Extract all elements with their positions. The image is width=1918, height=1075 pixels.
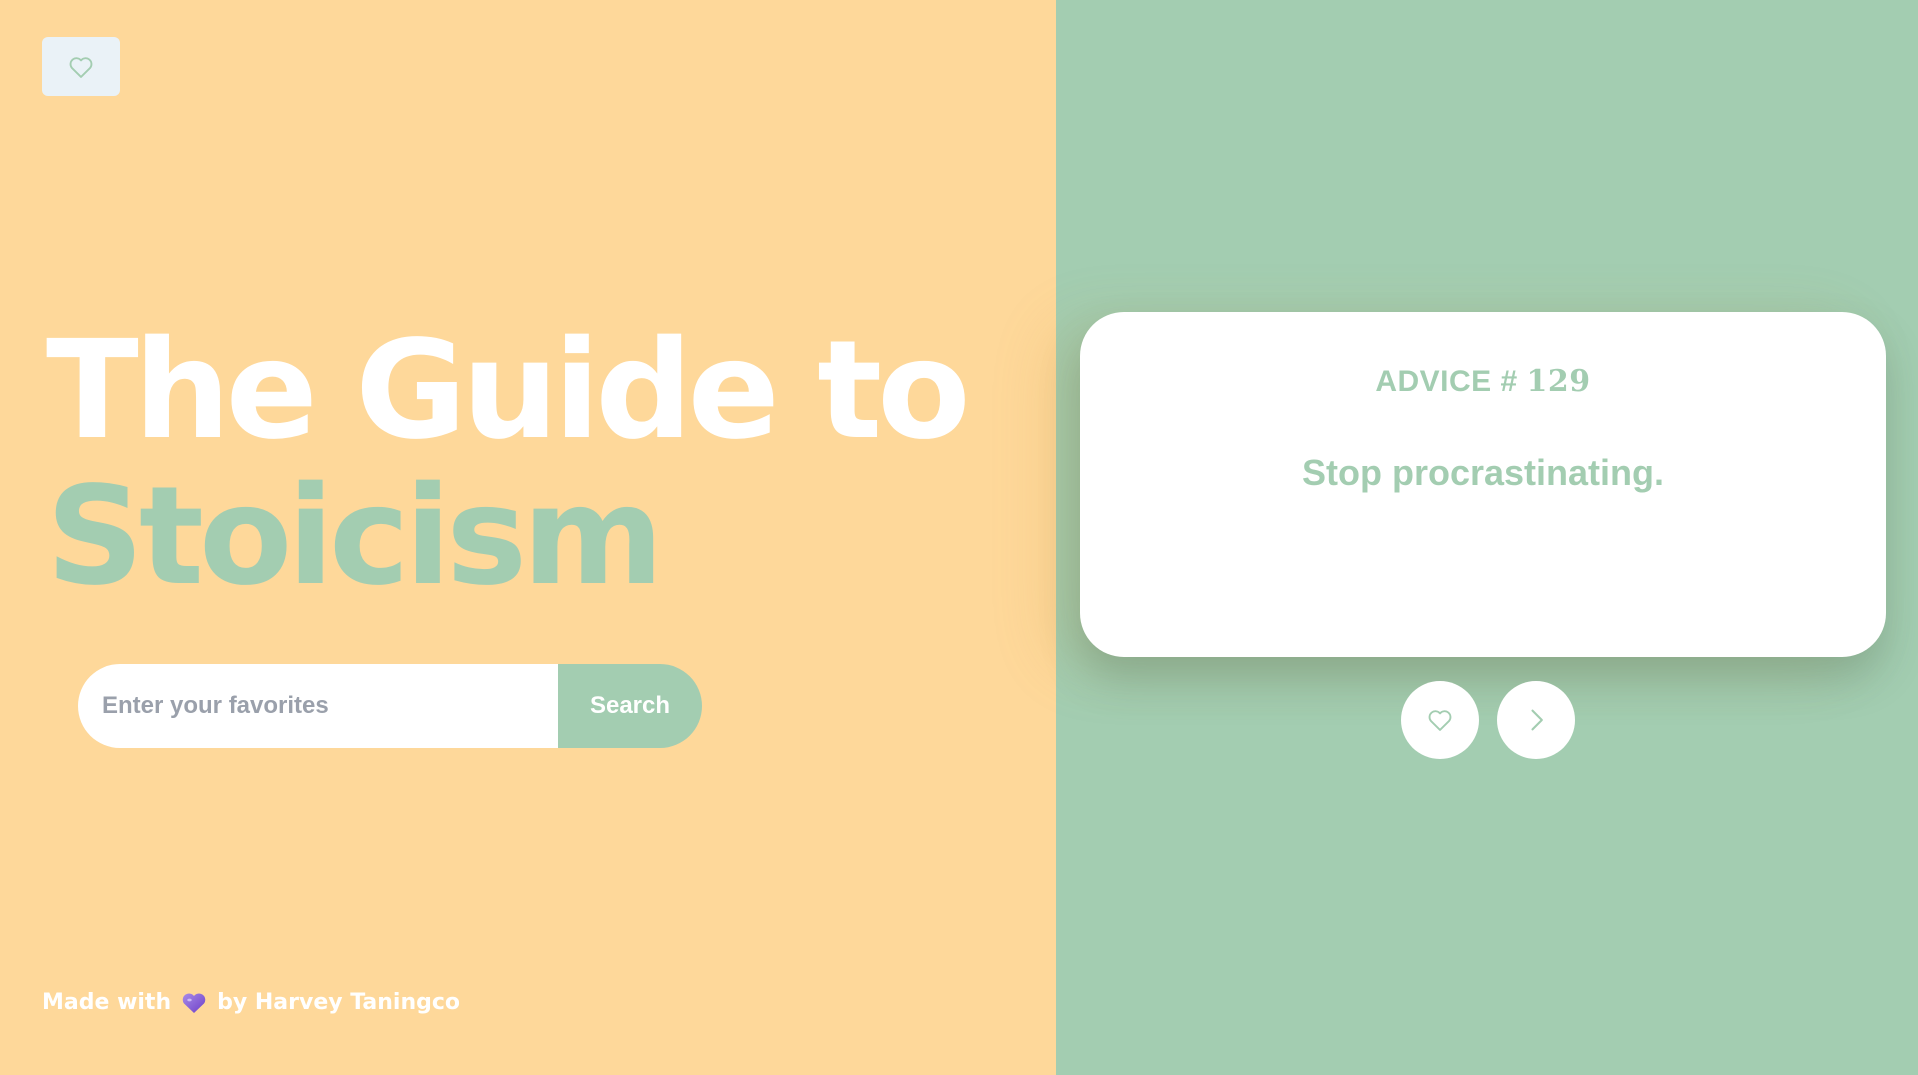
footer-credit: Made with by Harvey Taningco bbox=[42, 990, 460, 1015]
title-line-1: The Guide to bbox=[46, 312, 971, 470]
next-advice-button[interactable] bbox=[1497, 681, 1575, 759]
advice-card: ADVICE # 129 Stop procrastinating. bbox=[1080, 312, 1886, 657]
left-panel: The Guide to Stoicism Search Made with b… bbox=[0, 0, 1056, 1075]
purple-heart-icon bbox=[181, 991, 207, 1015]
page-title: The Guide to Stoicism bbox=[46, 312, 971, 616]
title-line-2: Stoicism bbox=[46, 458, 664, 616]
advice-label: ADVICE # bbox=[1375, 365, 1527, 398]
favorites-toggle-button[interactable] bbox=[42, 37, 120, 96]
advice-text: Stop procrastinating. bbox=[1301, 452, 1665, 493]
advice-heading: ADVICE # 129 bbox=[1080, 364, 1886, 399]
like-button[interactable] bbox=[1401, 681, 1479, 759]
search-bar: Search bbox=[78, 664, 702, 748]
chevron-right-icon bbox=[1531, 709, 1543, 731]
footer-prefix: Made with bbox=[42, 990, 172, 1015]
search-input[interactable] bbox=[78, 664, 558, 748]
heart-icon bbox=[69, 56, 93, 78]
search-button[interactable]: Search bbox=[558, 664, 702, 748]
heart-icon bbox=[1428, 710, 1452, 731]
footer-author: by Harvey Taningco bbox=[217, 990, 461, 1015]
advice-number: 129 bbox=[1526, 364, 1591, 399]
